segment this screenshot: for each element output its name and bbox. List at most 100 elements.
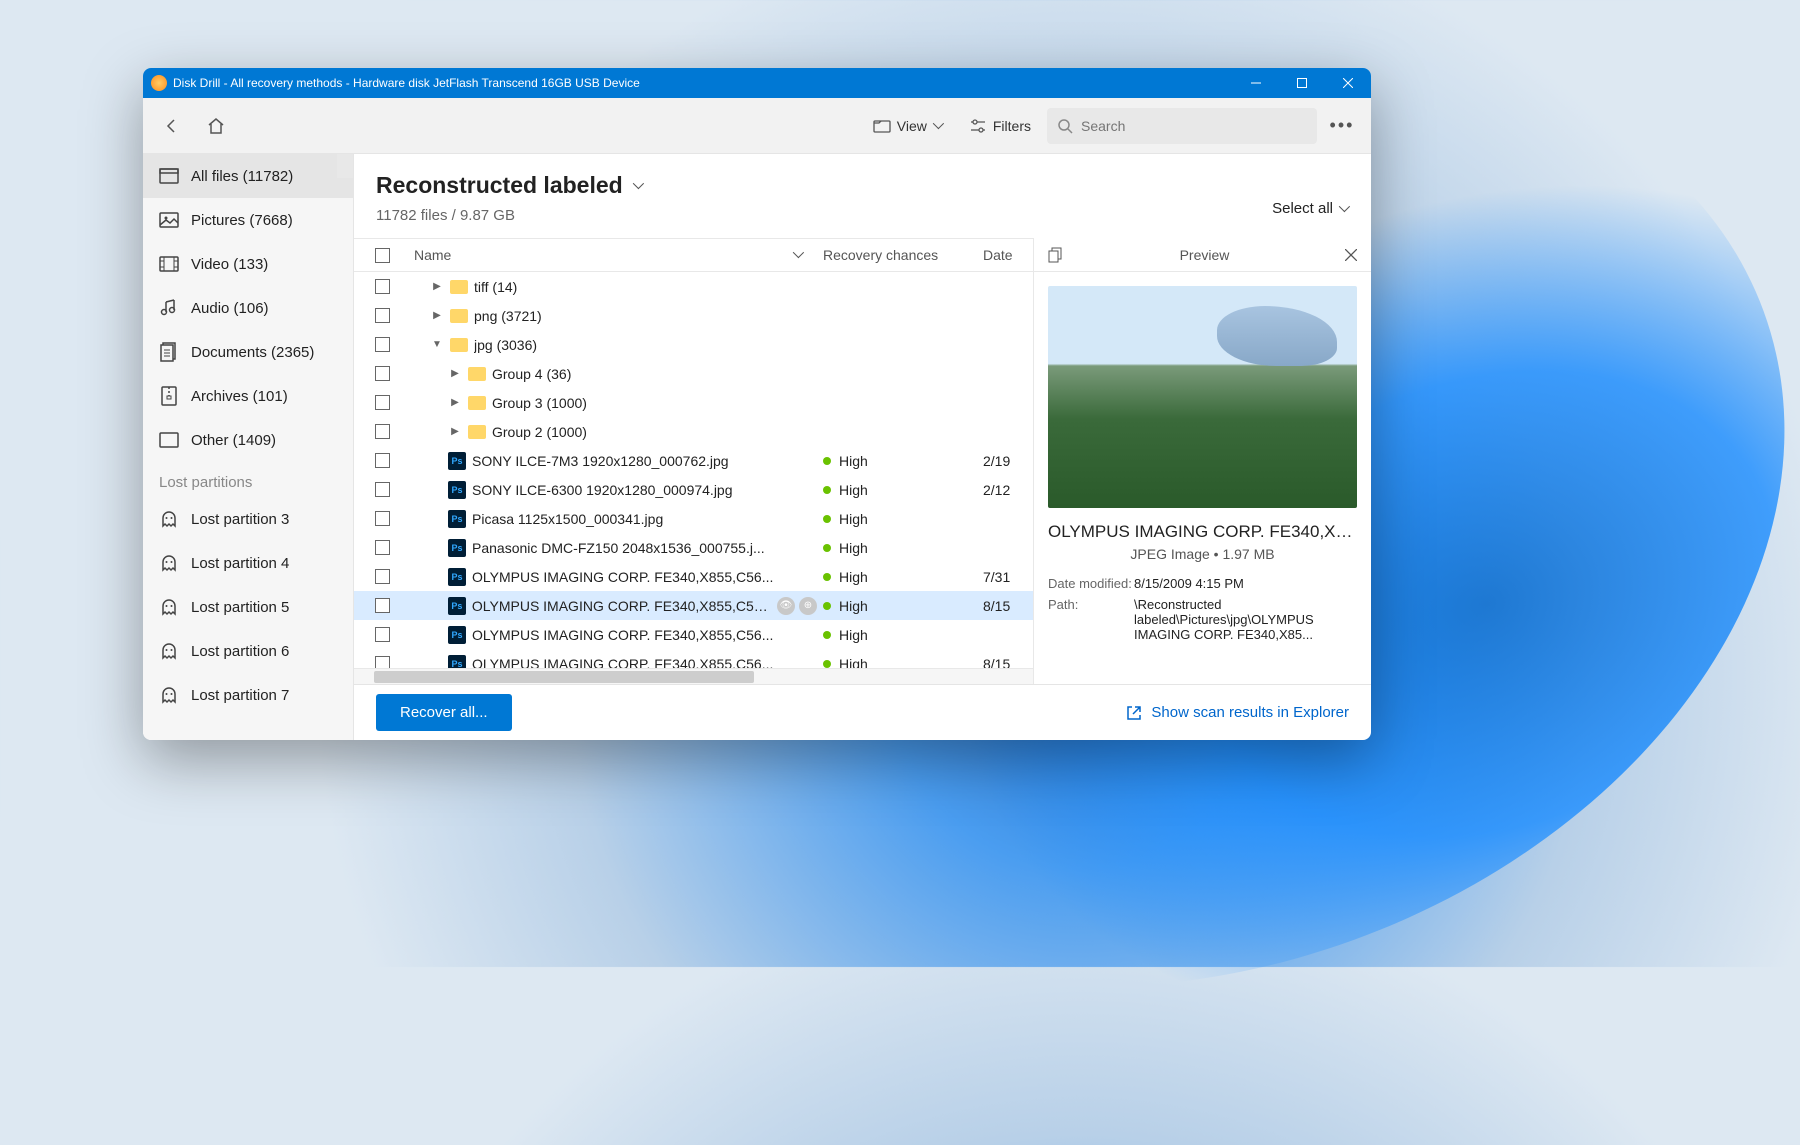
file-name: Picasa 1125x1500_000341.jpg	[472, 511, 663, 527]
sidebar-item-label: Pictures (7668)	[191, 212, 293, 229]
sidebar-item-lost-partition[interactable]: Lost partition 3	[143, 497, 353, 541]
tree-caret[interactable]: ▶	[448, 397, 462, 408]
file-row[interactable]: PsOLYMPUS IMAGING CORP. FE340,X855,C56..…	[354, 591, 1033, 620]
sidebar-item-lost-partition[interactable]: Lost partition 6	[143, 629, 353, 673]
row-checkbox[interactable]	[375, 569, 390, 584]
main-title-dropdown[interactable]: Reconstructed labeled	[376, 172, 1272, 199]
tree-caret[interactable]: ▶	[430, 281, 444, 292]
recovery-label: High	[839, 598, 868, 614]
column-recovery[interactable]: Recovery chances	[823, 247, 983, 263]
tree-caret[interactable]: ▼	[430, 339, 444, 350]
documents-icon	[159, 342, 179, 362]
sidebar-scrollbar[interactable]	[337, 154, 353, 178]
recovery-label: High	[839, 569, 868, 585]
recovery-dot	[823, 486, 831, 494]
close-preview-button[interactable]	[1345, 249, 1357, 261]
view-dropdown[interactable]: View	[863, 112, 953, 140]
row-checkbox[interactable]	[375, 366, 390, 381]
file-list[interactable]: ▶ tiff (14) ▶ png (3721) ▼jpg (3036) ▶Grou…	[354, 272, 1033, 668]
recovery-dot	[823, 457, 831, 465]
search-input[interactable]	[1081, 118, 1307, 134]
ghost-icon	[159, 509, 179, 529]
row-checkbox[interactable]	[375, 482, 390, 497]
column-name[interactable]: Name	[410, 247, 823, 263]
sidebar-item-label: Lost partition 5	[191, 599, 289, 616]
sidebar-item-lost-partition[interactable]: Lost partition 4	[143, 541, 353, 585]
row-checkbox[interactable]	[375, 453, 390, 468]
select-all-label: Select all	[1272, 200, 1333, 217]
sidebar-item-label: Lost partition 4	[191, 555, 289, 572]
folder-icon	[468, 425, 486, 439]
folder-row[interactable]: ▶Group 3 (1000)	[354, 388, 1033, 417]
preview-image	[1048, 286, 1357, 508]
ghost-icon	[159, 597, 179, 617]
recovery-dot	[823, 544, 831, 552]
folder-icon	[450, 309, 468, 323]
file-date: 8/15	[983, 656, 1033, 669]
folder-row[interactable]: ▶Group 2 (1000)	[354, 417, 1033, 446]
sidebar-item-all-files[interactable]: All files (11782)	[143, 154, 353, 198]
tree-caret[interactable]: ▶	[448, 426, 462, 437]
close-button[interactable]	[1325, 68, 1371, 98]
recover-all-button[interactable]: Recover all...	[376, 694, 512, 731]
file-row[interactable]: PsSONY ILCE-6300 1920x1280_000974.jpg Hi…	[354, 475, 1033, 504]
sidebar-item-archives[interactable]: Archives (101)	[143, 374, 353, 418]
row-checkbox[interactable]	[375, 424, 390, 439]
copy-icon[interactable]	[1048, 247, 1064, 263]
row-checkbox[interactable]	[375, 627, 390, 642]
row-checkbox[interactable]	[375, 598, 390, 613]
row-checkbox[interactable]	[375, 540, 390, 555]
row-checkbox[interactable]	[375, 279, 390, 294]
sidebar-item-other[interactable]: Other (1409)	[143, 418, 353, 462]
folder-row[interactable]: ▶ png (3721)	[354, 301, 1033, 330]
file-row[interactable]: PsOLYMPUS IMAGING CORP. FE340,X855,C56..…	[354, 620, 1033, 649]
preview-panel: Preview OLYMPUS IMAGING CORP. FE340,X85.…	[1033, 238, 1371, 684]
folder-row[interactable]: ▶Group 4 (36)	[354, 359, 1033, 388]
column-date[interactable]: Date	[983, 247, 1033, 263]
pictures-icon	[159, 210, 179, 230]
file-row[interactable]: PsPicasa 1125x1500_000341.jpg High	[354, 504, 1033, 533]
select-all-checkbox[interactable]	[375, 248, 390, 263]
row-checkbox[interactable]	[375, 308, 390, 323]
show-in-explorer-link[interactable]: Show scan results in Explorer	[1125, 704, 1349, 722]
row-checkbox[interactable]	[375, 395, 390, 410]
row-checkbox[interactable]	[375, 337, 390, 352]
date-modified-value: 8/15/2009 4:15 PM	[1134, 576, 1357, 591]
file-name: png (3721)	[474, 308, 542, 324]
search-box[interactable]	[1047, 108, 1317, 144]
file-row[interactable]: PsOLYMPUS IMAGING CORP. FE340,X855,C56..…	[354, 649, 1033, 668]
file-row[interactable]: PsOLYMPUS IMAGING CORP. FE340,X855,C56..…	[354, 562, 1033, 591]
file-name: tiff (14)	[474, 279, 517, 295]
file-row[interactable]: PsPanasonic DMC-FZ150 2048x1536_000755.j…	[354, 533, 1033, 562]
file-row[interactable]: PsSONY ILCE-7M3 1920x1280_000762.jpg Hig…	[354, 446, 1033, 475]
sidebar-item-lost-partition[interactable]: Lost partition 5	[143, 585, 353, 629]
view-label: View	[897, 118, 927, 134]
preview-filename: OLYMPUS IMAGING CORP. FE340,X85...	[1034, 522, 1371, 542]
row-checkbox[interactable]	[375, 656, 390, 668]
file-name: SONY ILCE-6300 1920x1280_000974.jpg	[472, 482, 733, 498]
maximize-button[interactable]	[1279, 68, 1325, 98]
row-checkbox[interactable]	[375, 511, 390, 526]
horizontal-scrollbar[interactable]	[354, 668, 1033, 684]
select-all-button[interactable]: Select all	[1272, 200, 1349, 217]
recovery-dot	[823, 602, 831, 610]
folder-icon	[450, 280, 468, 294]
recovery-label: High	[839, 482, 868, 498]
back-button[interactable]	[153, 107, 191, 145]
filters-button[interactable]: Filters	[959, 112, 1041, 140]
sidebar-item-pictures[interactable]: Pictures (7668)	[143, 198, 353, 242]
tree-caret[interactable]: ▶	[430, 310, 444, 321]
sidebar-item-audio[interactable]: Audio (106)	[143, 286, 353, 330]
tree-caret[interactable]: ▶	[448, 368, 462, 379]
home-button[interactable]	[197, 107, 235, 145]
sidebar-item-video[interactable]: Video (133)	[143, 242, 353, 286]
sidebar-item-lost-partition[interactable]: Lost partition 7	[143, 673, 353, 717]
external-link-icon	[1125, 704, 1143, 722]
minimize-button[interactable]	[1233, 68, 1279, 98]
file-name: OLYMPUS IMAGING CORP. FE340,X855,C56...	[472, 569, 773, 585]
recovery-dot	[823, 631, 831, 639]
folder-row[interactable]: ▼jpg (3036)	[354, 330, 1033, 359]
overflow-menu[interactable]: •••	[1323, 107, 1361, 145]
folder-row[interactable]: ▶ tiff (14)	[354, 272, 1033, 301]
sidebar-item-documents[interactable]: Documents (2365)	[143, 330, 353, 374]
